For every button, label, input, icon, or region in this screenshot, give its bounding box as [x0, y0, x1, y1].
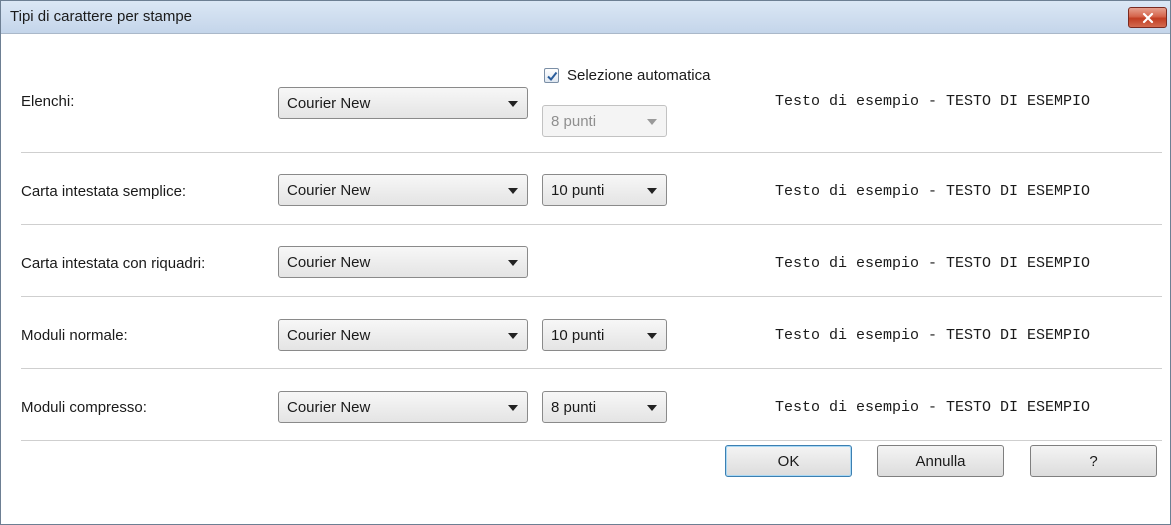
row-divider — [21, 224, 1162, 225]
row-label-moduli-compresso: Moduli compresso: — [21, 399, 147, 416]
row-label-carta-semplice: Carta intestata semplice: — [21, 183, 187, 200]
row-divider — [21, 368, 1162, 369]
title-bar[interactable]: Tipi di carattere per stampe — [1, 1, 1170, 34]
chevron-down-icon — [647, 188, 657, 194]
checkmark-icon — [547, 71, 558, 82]
sample-text-moduli-normale: Testo di esempio - TESTO DI ESEMPIO — [775, 327, 1091, 344]
size-select-value: 8 punti — [551, 399, 597, 416]
sample-text-carta-semplice: Testo di esempio - TESTO DI ESEMPIO — [775, 183, 1091, 200]
row-label-moduli-normale: Moduli normale: — [21, 327, 128, 344]
chevron-down-icon — [508, 405, 518, 411]
chevron-down-icon — [647, 333, 657, 339]
size-select-elenchi: 8 punti — [542, 105, 667, 137]
size-select-carta-semplice[interactable]: 10 punti — [542, 174, 667, 206]
cancel-button[interactable]: Annulla — [877, 445, 1004, 477]
font-select-moduli-normale[interactable]: Courier New — [278, 319, 528, 351]
row-label-elenchi: Elenchi: — [21, 93, 75, 110]
ok-button[interactable]: OK — [725, 445, 852, 477]
chevron-down-icon — [508, 333, 518, 339]
chevron-down-icon — [508, 101, 518, 107]
sample-text-carta-riquadri: Testo di esempio - TESTO DI ESEMPIO — [775, 255, 1091, 272]
auto-select-label: Selezione automatica — [567, 67, 711, 84]
chevron-down-icon — [508, 188, 518, 194]
close-button[interactable] — [1128, 7, 1167, 28]
chevron-down-icon — [647, 119, 657, 125]
row-divider — [21, 152, 1162, 153]
font-select-carta-riquadri[interactable]: Courier New — [278, 246, 528, 278]
size-select-value: 10 punti — [551, 327, 605, 344]
font-select-value: Courier New — [287, 254, 371, 271]
size-select-moduli-normale[interactable]: 10 punti — [542, 319, 667, 351]
chevron-down-icon — [647, 405, 657, 411]
font-select-carta-semplice[interactable]: Courier New — [278, 174, 528, 206]
size-select-value: 10 punti — [551, 182, 605, 199]
sample-text-moduli-compresso: Testo di esempio - TESTO DI ESEMPIO — [775, 399, 1091, 416]
size-select-value: 8 punti — [551, 113, 597, 130]
font-select-value: Courier New — [287, 327, 371, 344]
row-divider — [21, 440, 1162, 441]
auto-select-checkbox[interactable] — [544, 68, 559, 83]
window-title: Tipi di carattere per stampe — [10, 8, 193, 25]
sample-text-elenchi: Testo di esempio - TESTO DI ESEMPIO — [775, 93, 1091, 110]
dialog-window: Tipi di carattere per stampe Elenchi: Co… — [0, 0, 1171, 525]
font-select-moduli-compresso[interactable]: Courier New — [278, 391, 528, 423]
row-label-carta-riquadri: Carta intestata con riquadri: — [21, 255, 206, 272]
close-icon — [1142, 12, 1153, 23]
font-select-value: Courier New — [287, 399, 371, 416]
help-button[interactable]: ? — [1030, 445, 1157, 477]
size-select-moduli-compresso[interactable]: 8 punti — [542, 391, 667, 423]
row-divider — [21, 296, 1162, 297]
chevron-down-icon — [508, 260, 518, 266]
font-select-value: Courier New — [287, 182, 371, 199]
font-select-elenchi[interactable]: Courier New — [278, 87, 528, 119]
font-select-value: Courier New — [287, 95, 371, 112]
